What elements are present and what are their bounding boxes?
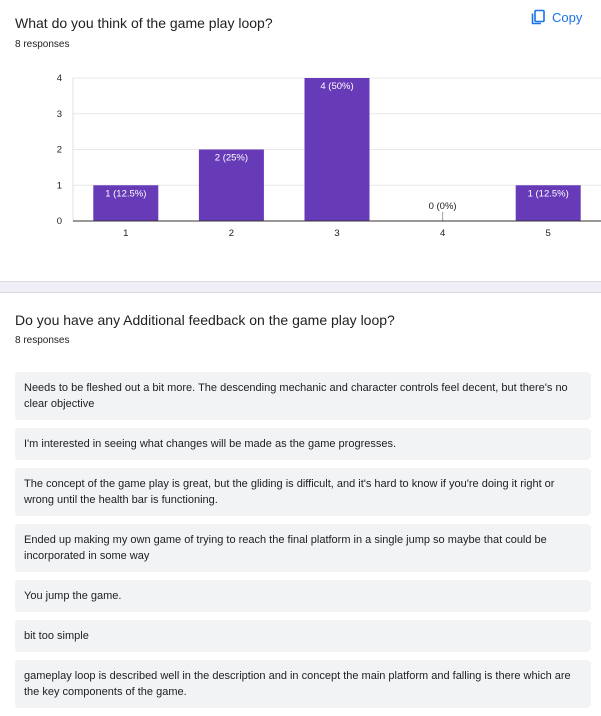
response-item: gameplay loop is described well in the d… xyxy=(15,660,591,708)
bar-data-label: 1 (12.5%) xyxy=(528,188,569,199)
question-title: Do you have any Additional feedback on t… xyxy=(15,312,395,328)
question-title: What do you think of the game play loop? xyxy=(15,15,273,31)
response-item: You jump the game. xyxy=(15,580,591,612)
x-tick-label: 1 xyxy=(123,228,128,239)
card-separator xyxy=(0,281,601,293)
response-item: Needs to be fleshed out a bit more. The … xyxy=(15,372,591,420)
responses-count: 8 responses xyxy=(15,335,70,346)
response-item: Ended up making my own game of trying to… xyxy=(15,524,591,572)
response-item: I'm interested in seeing what changes wi… xyxy=(15,428,591,460)
responses-count: 8 responses xyxy=(15,39,70,50)
bar-data-label: 0 (0%) xyxy=(429,201,457,212)
question-card-additional-feedback: Do you have any Additional feedback on t… xyxy=(0,293,601,708)
x-tick-label: 5 xyxy=(546,228,551,239)
x-tick-label: 4 xyxy=(440,228,445,239)
y-tick-label: 4 xyxy=(57,73,62,84)
response-item: bit too simple xyxy=(15,620,591,652)
y-tick-label: 1 xyxy=(57,180,62,191)
copy-label: Copy xyxy=(552,9,583,25)
response-item: The concept of the game play is great, b… xyxy=(15,468,591,516)
copy-chart-button[interactable]: Copy xyxy=(530,9,582,25)
bar-3 xyxy=(304,78,370,221)
x-tick-label: 3 xyxy=(334,228,339,239)
y-tick-label: 0 xyxy=(57,216,62,227)
copy-icon xyxy=(531,9,545,25)
question-card-gameplay-loop: What do you think of the game play loop?… xyxy=(0,0,601,281)
bar-data-label: 1 (12.5%) xyxy=(105,188,146,199)
bar-data-label: 4 (50%) xyxy=(320,81,353,92)
x-tick-label: 2 xyxy=(229,228,234,239)
bar-chart: 0 1 2 3 4 1 (12.5%) 1 2 (25%) 2 4 (50%) 3 0 (0%) 4 1 … xyxy=(57,73,601,239)
response-list: Needs to be fleshed out a bit more. The … xyxy=(15,372,591,716)
y-tick-label: 2 xyxy=(57,145,62,156)
y-tick-label: 3 xyxy=(57,109,62,120)
bar-data-label: 2 (25%) xyxy=(215,153,248,164)
